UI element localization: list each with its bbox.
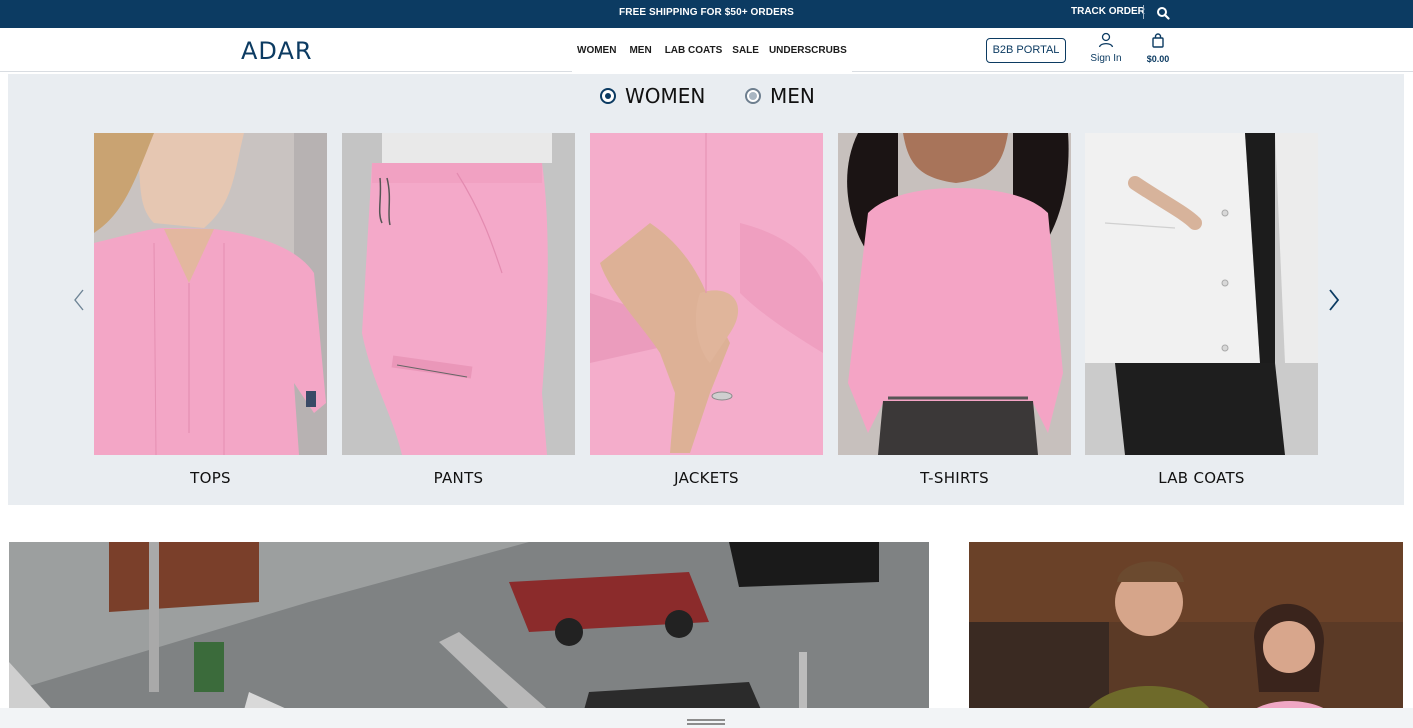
b2b-portal-button[interactable]: B2B PORTAL [986, 38, 1066, 63]
gender-option-women[interactable]: WOMEN [600, 84, 705, 108]
t-shirts-image [838, 133, 1071, 455]
free-shipping-promo: FREE SHIPPING FOR $50+ ORDERS [619, 7, 794, 18]
nav-item-sale[interactable]: SALE [727, 45, 764, 56]
track-order-link[interactable]: TRACK ORDER [1071, 6, 1145, 17]
jackets-image [590, 133, 823, 455]
category-tile-tops[interactable]: TOPS [94, 133, 327, 487]
category-label-jackets: JACKETS [674, 469, 739, 487]
gender-option-men[interactable]: MEN [745, 84, 815, 108]
radio-unselected-icon [745, 88, 761, 104]
category-label-lab-coats: LAB COATS [1158, 469, 1245, 487]
cart-total: $0.00 [1146, 54, 1170, 64]
chevron-right-icon[interactable] [1327, 288, 1341, 312]
category-tile-jackets[interactable]: JACKETS [590, 133, 823, 487]
pants-image [342, 133, 575, 455]
healthcare-workers-banner[interactable] [969, 542, 1403, 728]
cart-button[interactable]: $0.00 [1142, 33, 1174, 64]
category-tile-lab-coats[interactable]: LAB COATS [1085, 133, 1318, 487]
drawer-handle-icon[interactable] [687, 719, 725, 725]
main-nav: WOMEN MEN LAB COATS SALE UNDERSCRUBS [572, 28, 852, 72]
site-header: ADAR WOMEN MEN LAB COATS SALE UNDERSCRUB… [0, 28, 1413, 72]
category-label-t-shirts: T-SHIRTS [920, 469, 989, 487]
sign-in-label: Sign In [1090, 53, 1122, 64]
category-label-pants: PANTS [433, 469, 484, 487]
nav-item-underscrubs[interactable]: UNDERSCRUBS [764, 45, 852, 56]
category-tile-t-shirts[interactable]: T-SHIRTS [838, 133, 1071, 487]
user-icon [1098, 32, 1114, 48]
sign-in-button[interactable]: Sign In [1087, 32, 1125, 64]
lab-coats-image [1085, 133, 1318, 455]
announcement-bar: FREE SHIPPING FOR $50+ ORDERS TRACK ORDE… [0, 0, 1413, 28]
radio-selected-icon [600, 88, 616, 104]
shopping-bag-icon [1152, 33, 1164, 48]
chevron-left-icon[interactable] [72, 288, 86, 312]
brand-logo[interactable]: ADAR [241, 37, 313, 65]
topbar-divider [1143, 5, 1144, 19]
gender-toggle: WOMEN MEN [0, 84, 1413, 110]
nav-item-men[interactable]: MEN [621, 45, 659, 56]
search-icon[interactable] [1156, 6, 1170, 20]
tops-image [94, 133, 327, 455]
gender-label-women: WOMEN [625, 84, 706, 108]
category-label-tops: TOPS [190, 469, 231, 487]
nav-item-women[interactable]: WOMEN [572, 45, 621, 56]
street-scene-banner[interactable] [9, 542, 929, 728]
category-tile-pants[interactable]: PANTS [342, 133, 575, 487]
bottom-drawer-bar [0, 708, 1413, 728]
nav-item-lab-coats[interactable]: LAB COATS [660, 45, 728, 56]
gender-label-men: MEN [770, 84, 815, 108]
